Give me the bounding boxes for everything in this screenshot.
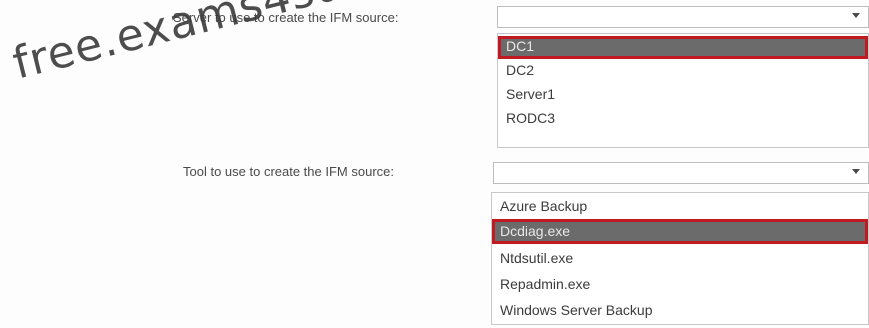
tool-option-ntdsutil[interactable]: Ntdsutil.exe: [492, 246, 868, 271]
server-options-list: DC1 DC2 Server1 RODC3: [497, 33, 869, 148]
watermark-text: free.exams4sures.com: [8, 0, 525, 90]
server-option-dc1[interactable]: DC1: [498, 36, 868, 59]
tool-dropdown[interactable]: [493, 162, 869, 184]
chevron-down-icon[interactable]: [852, 13, 860, 18]
server-option-server1[interactable]: Server1: [498, 84, 868, 107]
server-dropdown[interactable]: [497, 6, 869, 28]
ifm-answer-area: Server to use to create the IFM source: …: [0, 0, 869, 328]
server-option-rodc3[interactable]: RODC3: [498, 108, 868, 131]
tool-options-list: Azure Backup Dcdiag.exe Ntdsutil.exe Rep…: [491, 192, 869, 325]
server-option-dc2[interactable]: DC2: [498, 60, 868, 83]
tool-label: Tool to use to create the IFM source:: [183, 164, 394, 179]
tool-option-azure-backup[interactable]: Azure Backup: [492, 194, 868, 219]
tool-option-repadmin[interactable]: Repadmin.exe: [492, 272, 868, 297]
chevron-down-icon[interactable]: [852, 169, 860, 174]
tool-option-windows-server-backup[interactable]: Windows Server Backup: [492, 298, 868, 323]
tool-option-dcdiag[interactable]: Dcdiag.exe: [492, 219, 868, 244]
